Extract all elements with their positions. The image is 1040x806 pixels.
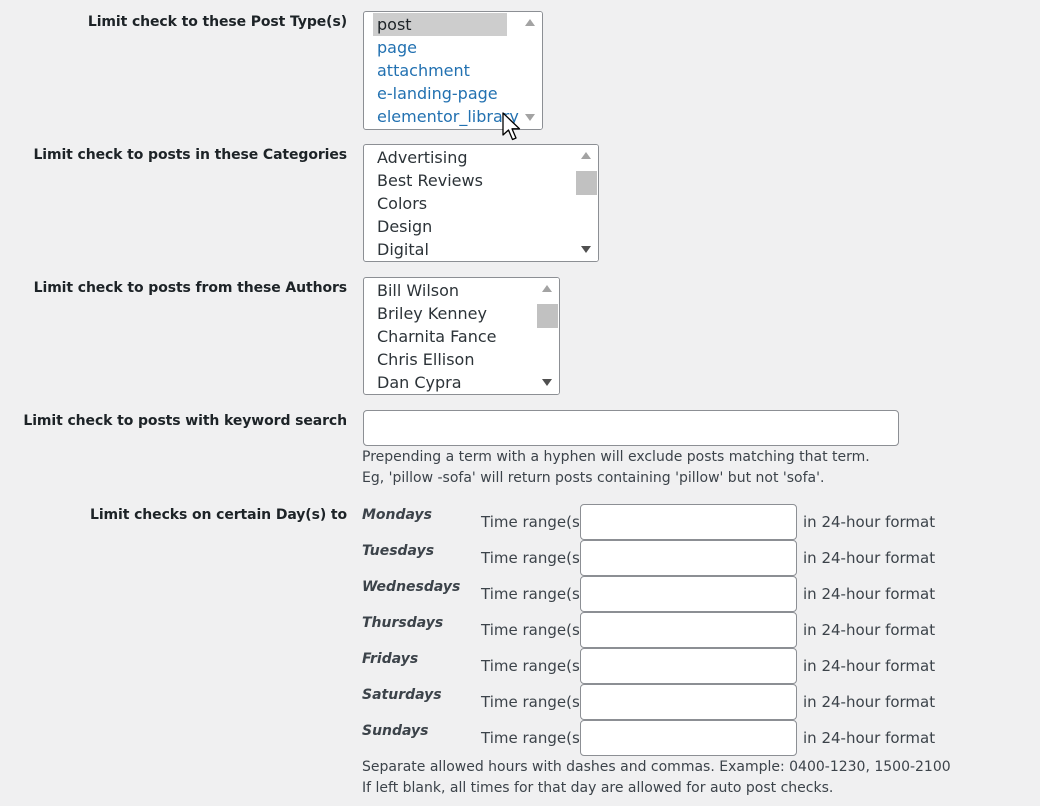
sundays-time-range-input[interactable] [580, 720, 797, 756]
format-suffix: in 24-hour format [803, 657, 936, 675]
thursdays-time-range-input[interactable] [580, 612, 797, 648]
format-suffix: in 24-hour format [803, 693, 936, 711]
scroll-thumb[interactable] [537, 304, 558, 328]
author-option[interactable]: Bill Wilson [373, 279, 500, 302]
mouse-pointer-icon [502, 112, 521, 141]
post-types-label: Limit check to these Post Type(s) [87, 14, 347, 30]
saturdays-time-range-input[interactable] [580, 684, 797, 720]
scroll-down-arrow-icon[interactable] [581, 246, 591, 253]
time-range-label: Time range(s) [481, 585, 586, 603]
format-suffix: in 24-hour format [803, 513, 936, 531]
time-range-label: Time range(s) [481, 729, 586, 747]
author-option[interactable]: Charnita Fance [373, 325, 500, 348]
time-range-label: Time range(s) [481, 657, 586, 675]
days-help-line2: If left blank, all times for that day ar… [362, 780, 834, 796]
scroll-thumb[interactable] [576, 171, 597, 195]
category-option[interactable]: Design [373, 215, 487, 238]
format-suffix: in 24-hour format [803, 729, 936, 747]
categories-scrollbar[interactable] [575, 145, 598, 261]
category-option[interactable]: Best Reviews [373, 169, 487, 192]
day-label: Wednesdays [362, 579, 461, 595]
days-label: Limit checks on certain Day(s) to [90, 507, 347, 523]
time-range-label: Time range(s) [481, 621, 586, 639]
day-label: Fridays [362, 651, 419, 667]
day-label: Tuesdays [362, 543, 435, 559]
categories-listbox[interactable]: Advertising Best Reviews Colors Design D… [363, 144, 599, 262]
keyword-label: Limit check to posts with keyword search [23, 413, 347, 429]
post-type-option-post[interactable]: post [373, 13, 507, 36]
post-type-option-attachment[interactable]: attachment [373, 59, 523, 82]
tuesdays-time-range-input[interactable] [580, 540, 797, 576]
category-option[interactable]: Digital [373, 238, 487, 261]
keyword-help-line2: Eg, 'pillow -sofa' will return posts con… [362, 470, 825, 486]
time-range-label: Time range(s) [481, 513, 586, 531]
scroll-up-arrow-icon[interactable] [525, 19, 535, 26]
scroll-up-arrow-icon[interactable] [581, 152, 591, 159]
scroll-down-arrow-icon[interactable] [542, 379, 552, 386]
fridays-time-range-input[interactable] [580, 648, 797, 684]
authors-label: Limit check to posts from these Authors [33, 280, 347, 296]
keyword-help-line1: Prepending a term with a hyphen will exc… [362, 449, 870, 465]
authors-scrollbar[interactable] [536, 278, 559, 394]
days-help-line1: Separate allowed hours with dashes and c… [362, 759, 951, 775]
time-range-label: Time range(s) [481, 693, 586, 711]
author-option[interactable]: Briley Kenney [373, 302, 500, 325]
post-type-option-elementor-library[interactable]: elementor_library [373, 105, 523, 128]
settings-page: Limit check to these Post Type(s) post p… [0, 0, 1040, 806]
time-range-label: Time range(s) [481, 549, 586, 567]
keyword-search-input[interactable] [363, 410, 899, 446]
format-suffix: in 24-hour format [803, 549, 936, 567]
day-label: Thursdays [362, 615, 444, 631]
day-label: Mondays [362, 507, 433, 523]
format-suffix: in 24-hour format [803, 585, 936, 603]
author-option[interactable]: Dan Cypra [373, 371, 500, 394]
format-suffix: in 24-hour format [803, 621, 936, 639]
day-label: Saturdays [362, 687, 442, 703]
day-label: Sundays [362, 723, 429, 739]
category-option[interactable]: Colors [373, 192, 487, 215]
category-option[interactable]: Advertising [373, 146, 487, 169]
wednesdays-time-range-input[interactable] [580, 576, 797, 612]
post-type-option-e-landing-page[interactable]: e-landing-page [373, 82, 523, 105]
author-option[interactable]: Chris Ellison [373, 348, 500, 371]
mondays-time-range-input[interactable] [580, 504, 797, 540]
scroll-up-arrow-icon[interactable] [542, 285, 552, 292]
scroll-down-arrow-icon[interactable] [525, 114, 535, 121]
authors-listbox[interactable]: Bill Wilson Briley Kenney Charnita Fance… [363, 277, 560, 395]
categories-label: Limit check to posts in these Categories [33, 147, 347, 163]
post-type-option-page[interactable]: page [373, 36, 523, 59]
